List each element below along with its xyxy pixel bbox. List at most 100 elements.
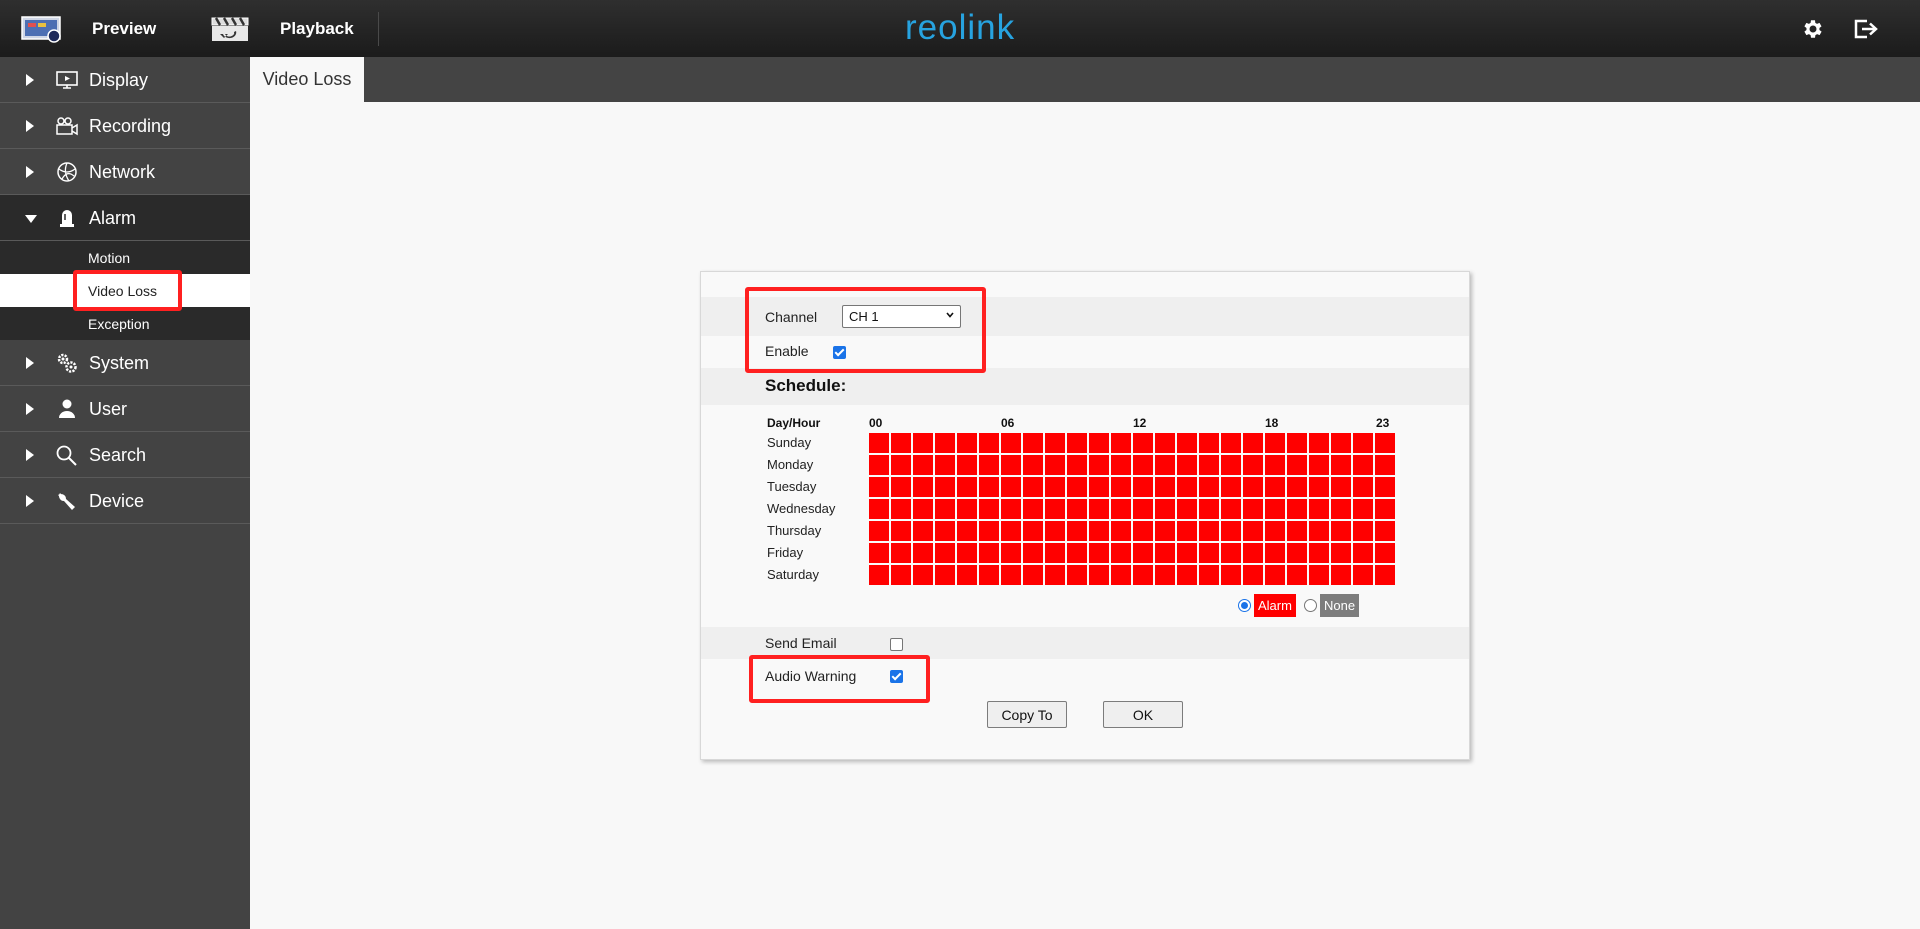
sidebar-subitem-motion[interactable]: Motion: [0, 241, 250, 274]
schedule-cell[interactable]: [1133, 477, 1153, 497]
schedule-cell[interactable]: [1353, 521, 1373, 541]
schedule-cell[interactable]: [935, 477, 955, 497]
schedule-cell[interactable]: [1023, 499, 1043, 519]
schedule-cell[interactable]: [891, 543, 911, 563]
schedule-cell[interactable]: [1353, 565, 1373, 585]
schedule-cell[interactable]: [1089, 499, 1109, 519]
schedule-cell[interactable]: [935, 521, 955, 541]
schedule-cell[interactable]: [1089, 477, 1109, 497]
schedule-cell[interactable]: [935, 499, 955, 519]
schedule-cell[interactable]: [1067, 433, 1087, 453]
schedule-cell[interactable]: [1023, 543, 1043, 563]
schedule-grid[interactable]: [869, 433, 1397, 586]
schedule-cell[interactable]: [1155, 565, 1175, 585]
playback-button[interactable]: Playback: [210, 0, 354, 57]
schedule-cell[interactable]: [1155, 499, 1175, 519]
schedule-cell[interactable]: [979, 565, 999, 585]
schedule-cell[interactable]: [957, 565, 977, 585]
schedule-cell[interactable]: [1155, 433, 1175, 453]
schedule-cell[interactable]: [1089, 543, 1109, 563]
schedule-cell[interactable]: [891, 499, 911, 519]
schedule-cell[interactable]: [957, 521, 977, 541]
schedule-cell[interactable]: [1111, 433, 1131, 453]
schedule-cell[interactable]: [935, 543, 955, 563]
sidebar-item-device[interactable]: Device: [0, 478, 250, 524]
schedule-cell[interactable]: [1375, 565, 1395, 585]
schedule-cell[interactable]: [1287, 521, 1307, 541]
schedule-cell[interactable]: [913, 521, 933, 541]
schedule-cell[interactable]: [1287, 543, 1307, 563]
schedule-cell[interactable]: [1375, 543, 1395, 563]
schedule-cell[interactable]: [1023, 521, 1043, 541]
schedule-cell[interactable]: [1067, 455, 1087, 475]
schedule-cell[interactable]: [1353, 433, 1373, 453]
preview-button[interactable]: Preview: [20, 0, 156, 57]
schedule-cell[interactable]: [1067, 543, 1087, 563]
legend-none-radio[interactable]: [1304, 599, 1317, 612]
schedule-cell[interactable]: [1309, 477, 1329, 497]
schedule-cell[interactable]: [913, 455, 933, 475]
schedule-cell[interactable]: [979, 499, 999, 519]
schedule-cell[interactable]: [869, 565, 889, 585]
schedule-cell[interactable]: [1221, 455, 1241, 475]
sidebar-item-search[interactable]: Search: [0, 432, 250, 478]
schedule-cell[interactable]: [1089, 565, 1109, 585]
schedule-cell[interactable]: [1045, 499, 1065, 519]
schedule-cell[interactable]: [1331, 521, 1351, 541]
schedule-cell[interactable]: [979, 433, 999, 453]
schedule-cell[interactable]: [1199, 499, 1219, 519]
schedule-cell[interactable]: [957, 543, 977, 563]
schedule-cell[interactable]: [1243, 433, 1263, 453]
schedule-cell[interactable]: [935, 455, 955, 475]
schedule-cell[interactable]: [1045, 433, 1065, 453]
schedule-cell[interactable]: [1265, 543, 1285, 563]
sidebar-subitem-video-loss[interactable]: Video Loss: [0, 274, 250, 307]
schedule-cell[interactable]: [1353, 543, 1373, 563]
schedule-cell[interactable]: [1199, 433, 1219, 453]
schedule-cell[interactable]: [1287, 433, 1307, 453]
schedule-cell[interactable]: [1331, 455, 1351, 475]
schedule-cell[interactable]: [1111, 543, 1131, 563]
schedule-cell[interactable]: [1089, 433, 1109, 453]
schedule-cell[interactable]: [1221, 565, 1241, 585]
schedule-cell[interactable]: [1045, 455, 1065, 475]
schedule-cell[interactable]: [1133, 455, 1153, 475]
schedule-cell[interactable]: [1177, 455, 1197, 475]
schedule-cell[interactable]: [1287, 477, 1307, 497]
schedule-cell[interactable]: [1001, 565, 1021, 585]
schedule-cell[interactable]: [1199, 477, 1219, 497]
schedule-cell[interactable]: [1353, 455, 1373, 475]
schedule-cell[interactable]: [1199, 565, 1219, 585]
sidebar-item-network[interactable]: Network: [0, 149, 250, 195]
schedule-cell[interactable]: [1111, 565, 1131, 585]
schedule-cell[interactable]: [913, 565, 933, 585]
schedule-cell[interactable]: [1265, 455, 1285, 475]
schedule-cell[interactable]: [1221, 499, 1241, 519]
schedule-cell[interactable]: [1133, 433, 1153, 453]
schedule-cell[interactable]: [1155, 521, 1175, 541]
schedule-cell[interactable]: [891, 477, 911, 497]
schedule-cell[interactable]: [1309, 543, 1329, 563]
schedule-cell[interactable]: [1309, 565, 1329, 585]
schedule-cell[interactable]: [1243, 543, 1263, 563]
schedule-cell[interactable]: [891, 455, 911, 475]
schedule-cell[interactable]: [1309, 433, 1329, 453]
sidebar-item-system[interactable]: System: [0, 340, 250, 386]
schedule-cell[interactable]: [1089, 521, 1109, 541]
sidebar-item-display[interactable]: Display: [0, 57, 250, 103]
schedule-cell[interactable]: [1309, 521, 1329, 541]
schedule-cell[interactable]: [957, 477, 977, 497]
schedule-cell[interactable]: [1331, 477, 1351, 497]
schedule-cell[interactable]: [1045, 521, 1065, 541]
schedule-cell[interactable]: [979, 521, 999, 541]
schedule-cell[interactable]: [935, 565, 955, 585]
schedule-cell[interactable]: [1287, 565, 1307, 585]
schedule-cell[interactable]: [1045, 543, 1065, 563]
schedule-cell[interactable]: [913, 477, 933, 497]
schedule-cell[interactable]: [1001, 543, 1021, 563]
schedule-cell[interactable]: [869, 521, 889, 541]
schedule-cell[interactable]: [869, 455, 889, 475]
logout-icon[interactable]: [1853, 17, 1879, 41]
schedule-cell[interactable]: [1133, 521, 1153, 541]
schedule-cell[interactable]: [869, 433, 889, 453]
